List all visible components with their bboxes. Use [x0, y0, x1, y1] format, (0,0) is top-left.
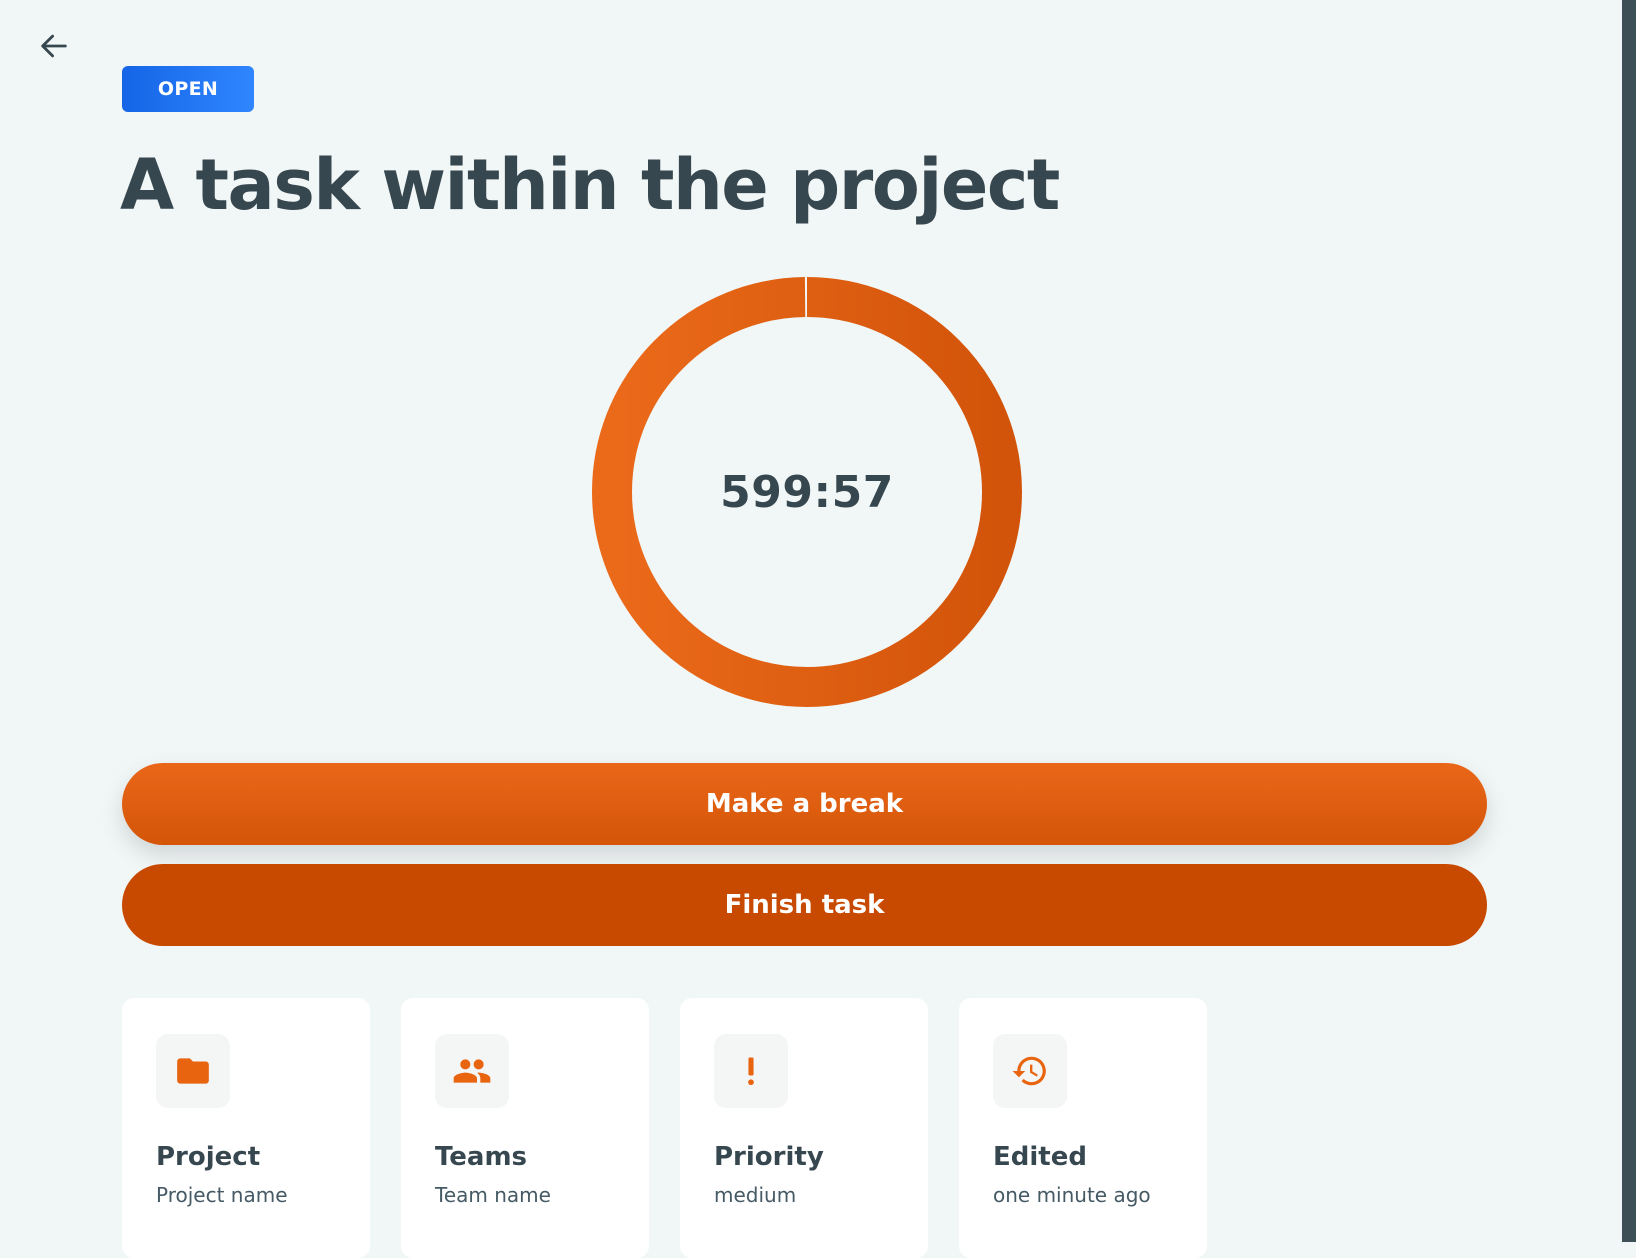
teams-card: Teams Team name — [401, 998, 649, 1258]
scrollbar[interactable] — [1622, 0, 1636, 1242]
priority-icon-box — [714, 1034, 788, 1108]
project-icon-box — [156, 1034, 230, 1108]
back-button[interactable] — [34, 26, 74, 66]
timer: 599:57 — [592, 277, 1022, 707]
card-title: Priority — [714, 1142, 824, 1172]
history-icon — [1012, 1056, 1046, 1086]
card-title: Teams — [435, 1142, 528, 1172]
card-value: medium — [714, 1183, 797, 1207]
exclamation-icon — [748, 1057, 754, 1086]
card-value: one minute ago — [993, 1183, 1151, 1207]
timer-value: 599:57 — [720, 466, 894, 518]
people-icon — [453, 1059, 491, 1083]
priority-card: Priority medium — [680, 998, 928, 1258]
card-title: Project — [156, 1142, 261, 1172]
finish-task-button[interactable]: Finish task — [122, 864, 1487, 946]
folder-icon — [177, 1058, 209, 1084]
card-title: Edited — [993, 1142, 1087, 1172]
project-card: Project Project name — [122, 998, 370, 1258]
card-value: Team name — [435, 1183, 551, 1207]
arrow-left-icon — [41, 34, 67, 58]
card-value: Project name — [156, 1183, 288, 1207]
edited-card: Edited one minute ago — [959, 998, 1207, 1258]
page-title: A task within the project — [120, 144, 1060, 226]
edited-icon-box — [993, 1034, 1067, 1108]
make-break-button[interactable]: Make a break — [122, 763, 1487, 845]
teams-icon-box — [435, 1034, 509, 1108]
status-badge: OPEN — [122, 66, 254, 112]
